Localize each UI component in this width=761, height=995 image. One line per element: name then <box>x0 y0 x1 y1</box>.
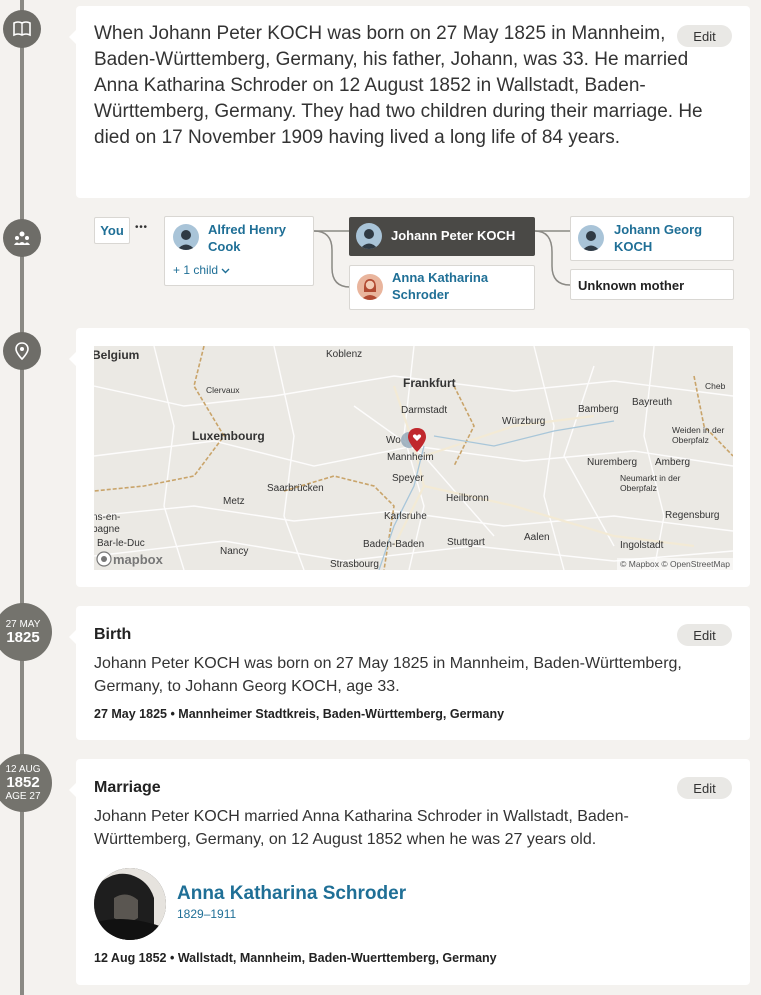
map-card: Belgium Koblenz Frankfurt Cheb Clervaux … <box>69 328 750 587</box>
map-label-nuremberg: Nuremberg <box>587 457 638 468</box>
more-generations-ellipsis[interactable]: • • • <box>135 222 147 233</box>
map-label-amberg: Amberg <box>655 457 691 468</box>
map-label-neumarkt: Neumarkt in der Oberpfalz <box>620 473 681 493</box>
map-label-barleduc: Bar-le-Duc <box>97 538 145 549</box>
map-label-regensburg: Regensburg <box>665 510 720 521</box>
child-card[interactable]: Alfred Henry Cook + 1 child <box>164 216 314 286</box>
map-label-bayreuth: Bayreuth <box>632 397 673 408</box>
spouse-photo[interactable] <box>94 868 166 940</box>
marriage-edit-button[interactable]: Edit <box>677 777 732 799</box>
birth-date-marker: 27 MAY 1825 <box>0 603 52 661</box>
marriage-date-place: 12 Aug 1852 • Wallstadt, Mannheim, Baden… <box>94 951 497 965</box>
mapbox-logo-text: mapbox <box>113 551 163 567</box>
map-attribution[interactable]: © Mapbox © OpenStreetMap <box>617 558 733 570</box>
marriage-spouse-years: 1829–1911 <box>177 907 237 921</box>
map-label-saarbrucken: Saarbrücken <box>267 483 324 494</box>
you-button[interactable]: You <box>94 217 130 244</box>
map-label-luxembourg: Luxembourg <box>192 429 265 443</box>
birth-edit-button[interactable]: Edit <box>677 624 732 646</box>
location-pin-icon <box>3 332 41 370</box>
birth-day-month: 27 MAY <box>5 618 41 630</box>
you-label: You <box>100 223 124 238</box>
mother-card[interactable]: Unknown mother <box>570 269 734 300</box>
marriage-title: Marriage <box>94 779 161 796</box>
map-label-nancy: Nancy <box>220 546 249 557</box>
map-label-frankfurt: Frankfurt <box>403 376 456 390</box>
map-label-cheb: Cheb <box>705 381 726 391</box>
mapbox-logo-icon <box>96 551 112 567</box>
map-label-strasbourg: Strasbourg <box>330 559 379 570</box>
father-name: Johann Georg KOCH <box>614 222 703 254</box>
marriage-date-marker: 12 AUG 1852 AGE 27 <box>0 754 52 812</box>
map-label-weiden: Weiden in der Oberpfalz <box>672 425 725 445</box>
birth-description: Johann Peter KOCH was born on 27 May 182… <box>94 655 682 695</box>
map-label-karlsruhe: Karlsruhe <box>384 511 427 522</box>
map-pin-icon[interactable] <box>399 426 429 462</box>
male-avatar-icon <box>356 223 382 249</box>
male-avatar-icon <box>578 225 604 251</box>
more-children-toggle[interactable]: + 1 child <box>173 263 230 277</box>
birth-event-card: Birth Edit Johann Peter KOCH was born on… <box>69 606 750 740</box>
marriage-age: AGE 27 <box>5 791 41 802</box>
child-name: Alfred Henry Cook <box>208 222 287 254</box>
location-map[interactable]: Belgium Koblenz Frankfurt Cheb Clervaux … <box>94 346 733 570</box>
map-label-darmstadt: Darmstadt <box>401 405 448 416</box>
map-label-chalons: ns-en-pagne <box>94 512 121 535</box>
marriage-description: Johann Peter KOCH married Anna Katharina… <box>94 808 629 848</box>
spouse-card[interactable]: Anna Katharina Schroder <box>349 265 535 310</box>
map-label-wurzburg: Würzburg <box>502 416 546 427</box>
male-avatar-icon <box>173 224 199 250</box>
mother-name: Unknown mother <box>578 278 685 293</box>
map-label-heilbronn: Heilbronn <box>446 493 489 504</box>
map-label-bamberg: Bamberg <box>578 404 619 415</box>
map-label-aalen: Aalen <box>524 532 550 543</box>
map-label-badenbaden: Baden-Baden <box>363 539 425 550</box>
marriage-event-card: Marriage Edit Johann Peter KOCH married … <box>69 759 750 985</box>
birth-title: Birth <box>94 626 132 643</box>
map-label-clervaux: Clervaux <box>206 385 240 395</box>
map-label-belgium: Belgium <box>94 348 140 362</box>
map-label-speyer: Speyer <box>392 473 424 484</box>
marriage-spouse-name[interactable]: Anna Katharina Schroder <box>177 883 406 905</box>
father-card[interactable]: Johann Georg KOCH <box>570 216 734 261</box>
map-label-stuttgart: Stuttgart <box>447 537 485 548</box>
birth-year: 1825 <box>6 628 40 646</box>
spouse-name: Anna Katharina Schroder <box>392 270 489 302</box>
chevron-down-icon <box>221 268 230 274</box>
map-label-metz: Metz <box>223 496 245 507</box>
self-name: Johann Peter KOCH <box>391 228 516 243</box>
self-card[interactable]: Johann Peter KOCH <box>349 217 535 256</box>
mapbox-logo[interactable]: mapbox <box>96 551 163 567</box>
map-label-koblenz: Koblenz <box>326 349 363 360</box>
female-avatar-icon <box>357 274 383 300</box>
marriage-year: 1852 <box>6 774 40 791</box>
more-children-label: + 1 child <box>173 263 219 277</box>
birth-date-place: 27 May 1825 • Mannheimer Stadtkreis, Bad… <box>94 707 505 721</box>
map-label-ingolstadt: Ingolstadt <box>620 540 664 551</box>
